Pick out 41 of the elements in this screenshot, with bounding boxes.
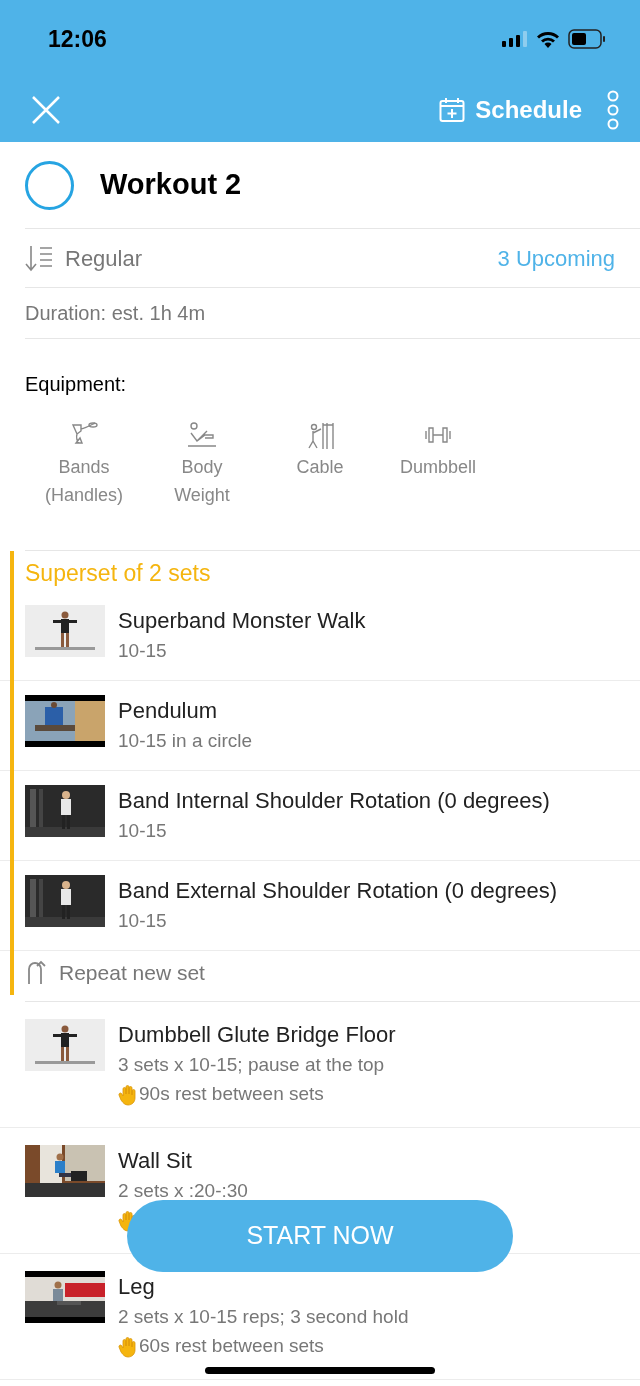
exercise-name: Dumbbell Glute Bridge Floor: [118, 1022, 396, 1047]
sort-icon: [25, 244, 53, 272]
equipment-name: Cable: [296, 456, 344, 479]
hand-icon: [118, 1335, 138, 1358]
exercise-detail: 2 sets x :20-:30: [118, 1178, 248, 1203]
exercise-name: Band Internal Shoulder Rotation (0 degrees): [118, 788, 550, 813]
repeat-set-button[interactable]: Repeat new set: [10, 950, 205, 995]
wifi-icon: [536, 30, 560, 48]
repeat-arrow-icon: [25, 959, 47, 986]
exercise-name: Band External Shoulder Rotation (0 degrees): [118, 878, 558, 903]
rest-text: 90s rest between sets: [139, 1082, 324, 1107]
schedule-button[interactable]: Schedule: [439, 92, 582, 128]
calendar-plus-icon: [439, 97, 466, 123]
equipment-name: Dumbbell: [399, 456, 476, 479]
exercise-detail: 2 sets x 10-15 reps; 3 second hold: [118, 1304, 409, 1329]
more-button[interactable]: [606, 90, 620, 130]
signal-icon: [502, 31, 528, 47]
exercise-name: Pendulum: [118, 698, 218, 723]
exercise-name: Superband Monster Walk: [118, 608, 366, 633]
sort-order-button[interactable]: Regular: [25, 241, 143, 275]
duration-text: Duration: est. 1h 4m: [25, 301, 206, 326]
equipment-label: Equipment:: [25, 373, 127, 395]
upcoming-link[interactable]: 3 Upcoming: [497, 241, 615, 275]
exercise-detail: 10-15 in a circle: [118, 728, 253, 753]
exercise-detail: 3 sets x 10-15; pause at the top: [118, 1052, 386, 1077]
equipment-name: Bands (Handles): [45, 456, 123, 507]
exercise-detail: 10-15: [118, 908, 168, 933]
cable-machine-icon: [305, 421, 335, 451]
exercise-name: Wall Sit: [118, 1148, 192, 1173]
equipment-name: Body Weight: [174, 456, 230, 507]
exercise-name: Leg: [118, 1274, 155, 1299]
completion-checkbox[interactable]: [25, 160, 74, 210]
start-now-button[interactable]: START NOW: [127, 1200, 513, 1272]
exercise-detail: 10-15: [118, 638, 168, 663]
workout-title: Workout 2: [100, 167, 242, 203]
hand-icon: [118, 1083, 138, 1106]
status-time: 12:06: [48, 24, 107, 54]
exercise-detail: 10-15: [118, 818, 168, 843]
battery-icon: [568, 29, 606, 49]
superset-title: Superset of 2 sets: [25, 560, 211, 586]
rest-text: 60s rest between sets: [139, 1334, 324, 1359]
